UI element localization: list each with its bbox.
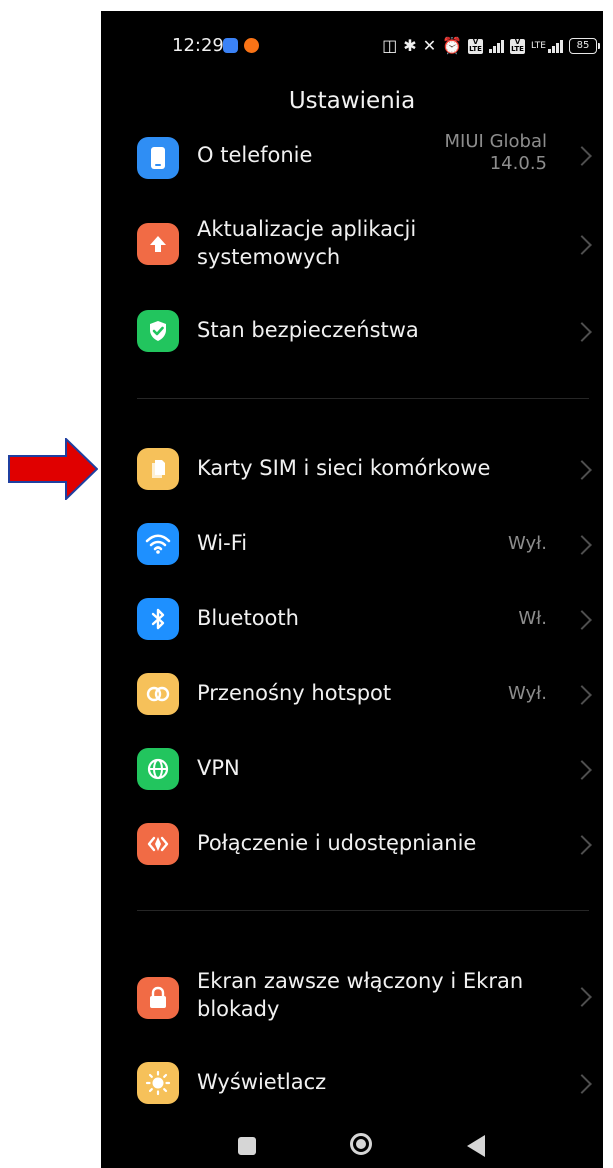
status-bar: 12:29 ◫ ✱ ✕ ⏰ V LTE V LTE LTE 85: [101, 35, 603, 61]
volte-icon-2: V LTE: [510, 37, 526, 54]
settings-item-label: Ekran zawsze włączony i Ekran blokady: [197, 967, 523, 1023]
chevron-right-icon: [572, 322, 592, 342]
screenshot-canvas: 12:29 ◫ ✱ ✕ ⏰ V LTE V LTE LTE 85 Ustawie…: [0, 0, 613, 1168]
settings-item-hotspot[interactable]: Przenośny hotspot Wył.: [101, 658, 603, 730]
hotspot-icon: [137, 673, 179, 715]
chevron-right-icon: [572, 987, 592, 1007]
settings-item-label: Połączenie i udostępnianie: [197, 831, 477, 855]
chevron-right-icon: [572, 235, 592, 255]
shield-check-icon: [137, 310, 179, 352]
settings-item-label: O telefonie: [197, 143, 313, 167]
home-button[interactable]: [350, 1133, 372, 1155]
status-time: 12:29: [172, 35, 224, 56]
settings-item-wifi[interactable]: Wi-Fi Wył.: [101, 508, 603, 580]
battery-icon: 85: [569, 38, 600, 54]
settings-item-security-status[interactable]: Stan bezpieczeństwa: [101, 295, 603, 367]
navigation-bar: [101, 1129, 603, 1165]
miui-version-line1: MIUI Global: [444, 131, 547, 152]
settings-item-vpn[interactable]: VPN: [101, 733, 603, 805]
alarm-icon: ⏰: [442, 36, 463, 55]
settings-item-label: Wyświetlacz: [197, 1070, 327, 1094]
share-icon: [137, 823, 179, 865]
phone-icon: [137, 137, 179, 179]
settings-item-bluetooth[interactable]: Bluetooth Wł.: [101, 583, 603, 655]
miui-version: MIUI Global 14.0.5: [445, 131, 547, 175]
signal-strength-icon: [489, 39, 505, 53]
mute-icon: ✕: [422, 36, 437, 55]
settings-item-sim-cards[interactable]: Karty SIM i sieci komórkowe: [101, 433, 603, 505]
settings-item-label: Bluetooth: [197, 606, 299, 630]
page-title: Ustawienia: [288, 88, 416, 114]
app-notification-icon: [244, 38, 259, 53]
wifi-status: Wył.: [508, 533, 547, 554]
sim-card-icon: [137, 448, 179, 490]
settings-item-about-phone[interactable]: O telefonie MIUI Global 14.0.5: [101, 127, 603, 199]
notification-icons: [223, 38, 259, 53]
settings-item-system-app-updates[interactable]: Aktualizacje aplikacji systemowych: [101, 205, 603, 283]
settings-item-label: VPN: [197, 756, 240, 780]
chevron-right-icon: [572, 760, 592, 780]
label-line2: blokady: [197, 997, 280, 1021]
chevron-right-icon: [572, 835, 592, 855]
chevron-right-icon: [572, 610, 592, 630]
hotspot-status: Wył.: [508, 683, 547, 704]
sun-icon: [137, 1062, 179, 1104]
settings-item-display[interactable]: Wyświetlacz: [101, 1047, 603, 1119]
chevron-right-icon: [572, 685, 592, 705]
phone-screen: 12:29 ◫ ✱ ✕ ⏰ V LTE V LTE LTE 85 Ustawie…: [101, 11, 603, 1168]
network-type: LTE: [531, 41, 546, 51]
chevron-right-icon: [572, 535, 592, 555]
settings-item-label: Przenośny hotspot: [197, 681, 392, 705]
chevron-right-icon: [572, 460, 592, 480]
settings-item-label: Karty SIM i sieci komórkowe: [197, 456, 491, 480]
label-line2: systemowych: [197, 245, 341, 269]
globe-icon: [137, 748, 179, 790]
lock-icon: [137, 977, 179, 1019]
section-divider: [137, 398, 589, 399]
chevron-right-icon: [572, 146, 592, 166]
wifi-icon: [137, 523, 179, 565]
settings-item-label: Aktualizacje aplikacji systemowych: [197, 215, 416, 271]
arrow-up-icon: [137, 223, 179, 265]
recent-apps-button[interactable]: [238, 1137, 256, 1155]
settings-item-label: Wi-Fi: [197, 531, 248, 555]
back-button[interactable]: [467, 1135, 485, 1157]
section-divider: [137, 910, 589, 911]
bluetooth-icon: [137, 598, 179, 640]
settings-item-label: Stan bezpieczeństwa: [197, 318, 419, 342]
message-notification-icon: [223, 38, 238, 53]
signal-strength-icon-2: [548, 39, 563, 53]
label-line1: Ekran zawsze włączony i Ekran: [197, 969, 524, 993]
chevron-right-icon: [572, 1074, 592, 1094]
annotation-arrow-icon: [8, 438, 98, 500]
settings-item-always-on-lock-screen[interactable]: Ekran zawsze włączony i Ekran blokady: [101, 959, 603, 1037]
volte-icon: V LTE: [468, 37, 484, 54]
settings-item-connection-sharing[interactable]: Połączenie i udostępnianie: [101, 808, 603, 880]
label-line1: Aktualizacje aplikacji: [197, 217, 417, 241]
miui-version-line2: 14.0.5: [489, 153, 547, 174]
status-icons: ◫ ✱ ✕ ⏰ V LTE V LTE LTE 85: [382, 36, 600, 55]
nfc-icon: ◫: [382, 36, 398, 55]
bluetooth-status: Wł.: [518, 608, 547, 629]
bluetooth-status-icon: ✱: [403, 36, 417, 55]
